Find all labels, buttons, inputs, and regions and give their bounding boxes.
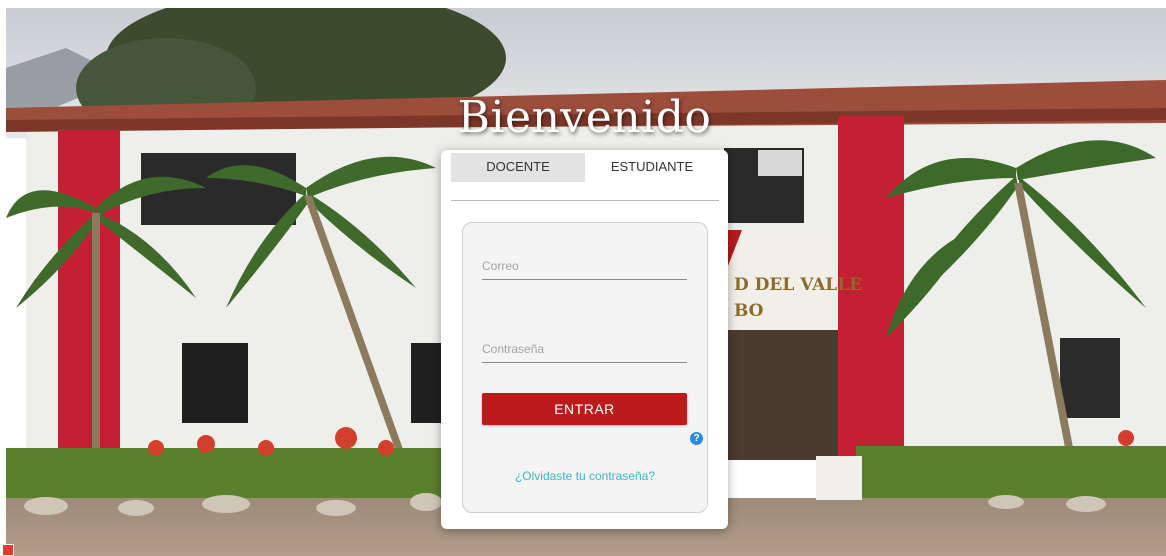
tab-divider <box>451 200 719 201</box>
question-circle-icon[interactable]: ? <box>690 432 703 445</box>
login-form: ENTRAR ? ¿Olvidaste tu contraseña? <box>462 222 708 513</box>
tab-docente[interactable]: DOCENTE <box>451 153 585 182</box>
tab-estudiante[interactable]: ESTUDIANTE <box>585 153 719 182</box>
building-sign-line1: D DEL VALLE <box>734 275 862 295</box>
login-page: D DEL VALLE BO Bienvenido DOCENTE ESTUDI… <box>0 0 1166 556</box>
password-field[interactable] <box>482 336 687 363</box>
broken-image-icon <box>2 544 14 556</box>
email-field[interactable] <box>482 253 687 280</box>
welcome-title: Bienvenido <box>457 92 712 143</box>
building-sign-line2: BO <box>734 301 764 321</box>
role-tabs: DOCENTE ESTUDIANTE <box>451 153 719 182</box>
login-button[interactable]: ENTRAR <box>482 393 687 425</box>
login-card: DOCENTE ESTUDIANTE ENTRAR ? ¿Olvidaste t… <box>441 150 728 529</box>
forgot-password-link[interactable]: ¿Olvidaste tu contraseña? <box>463 469 707 483</box>
